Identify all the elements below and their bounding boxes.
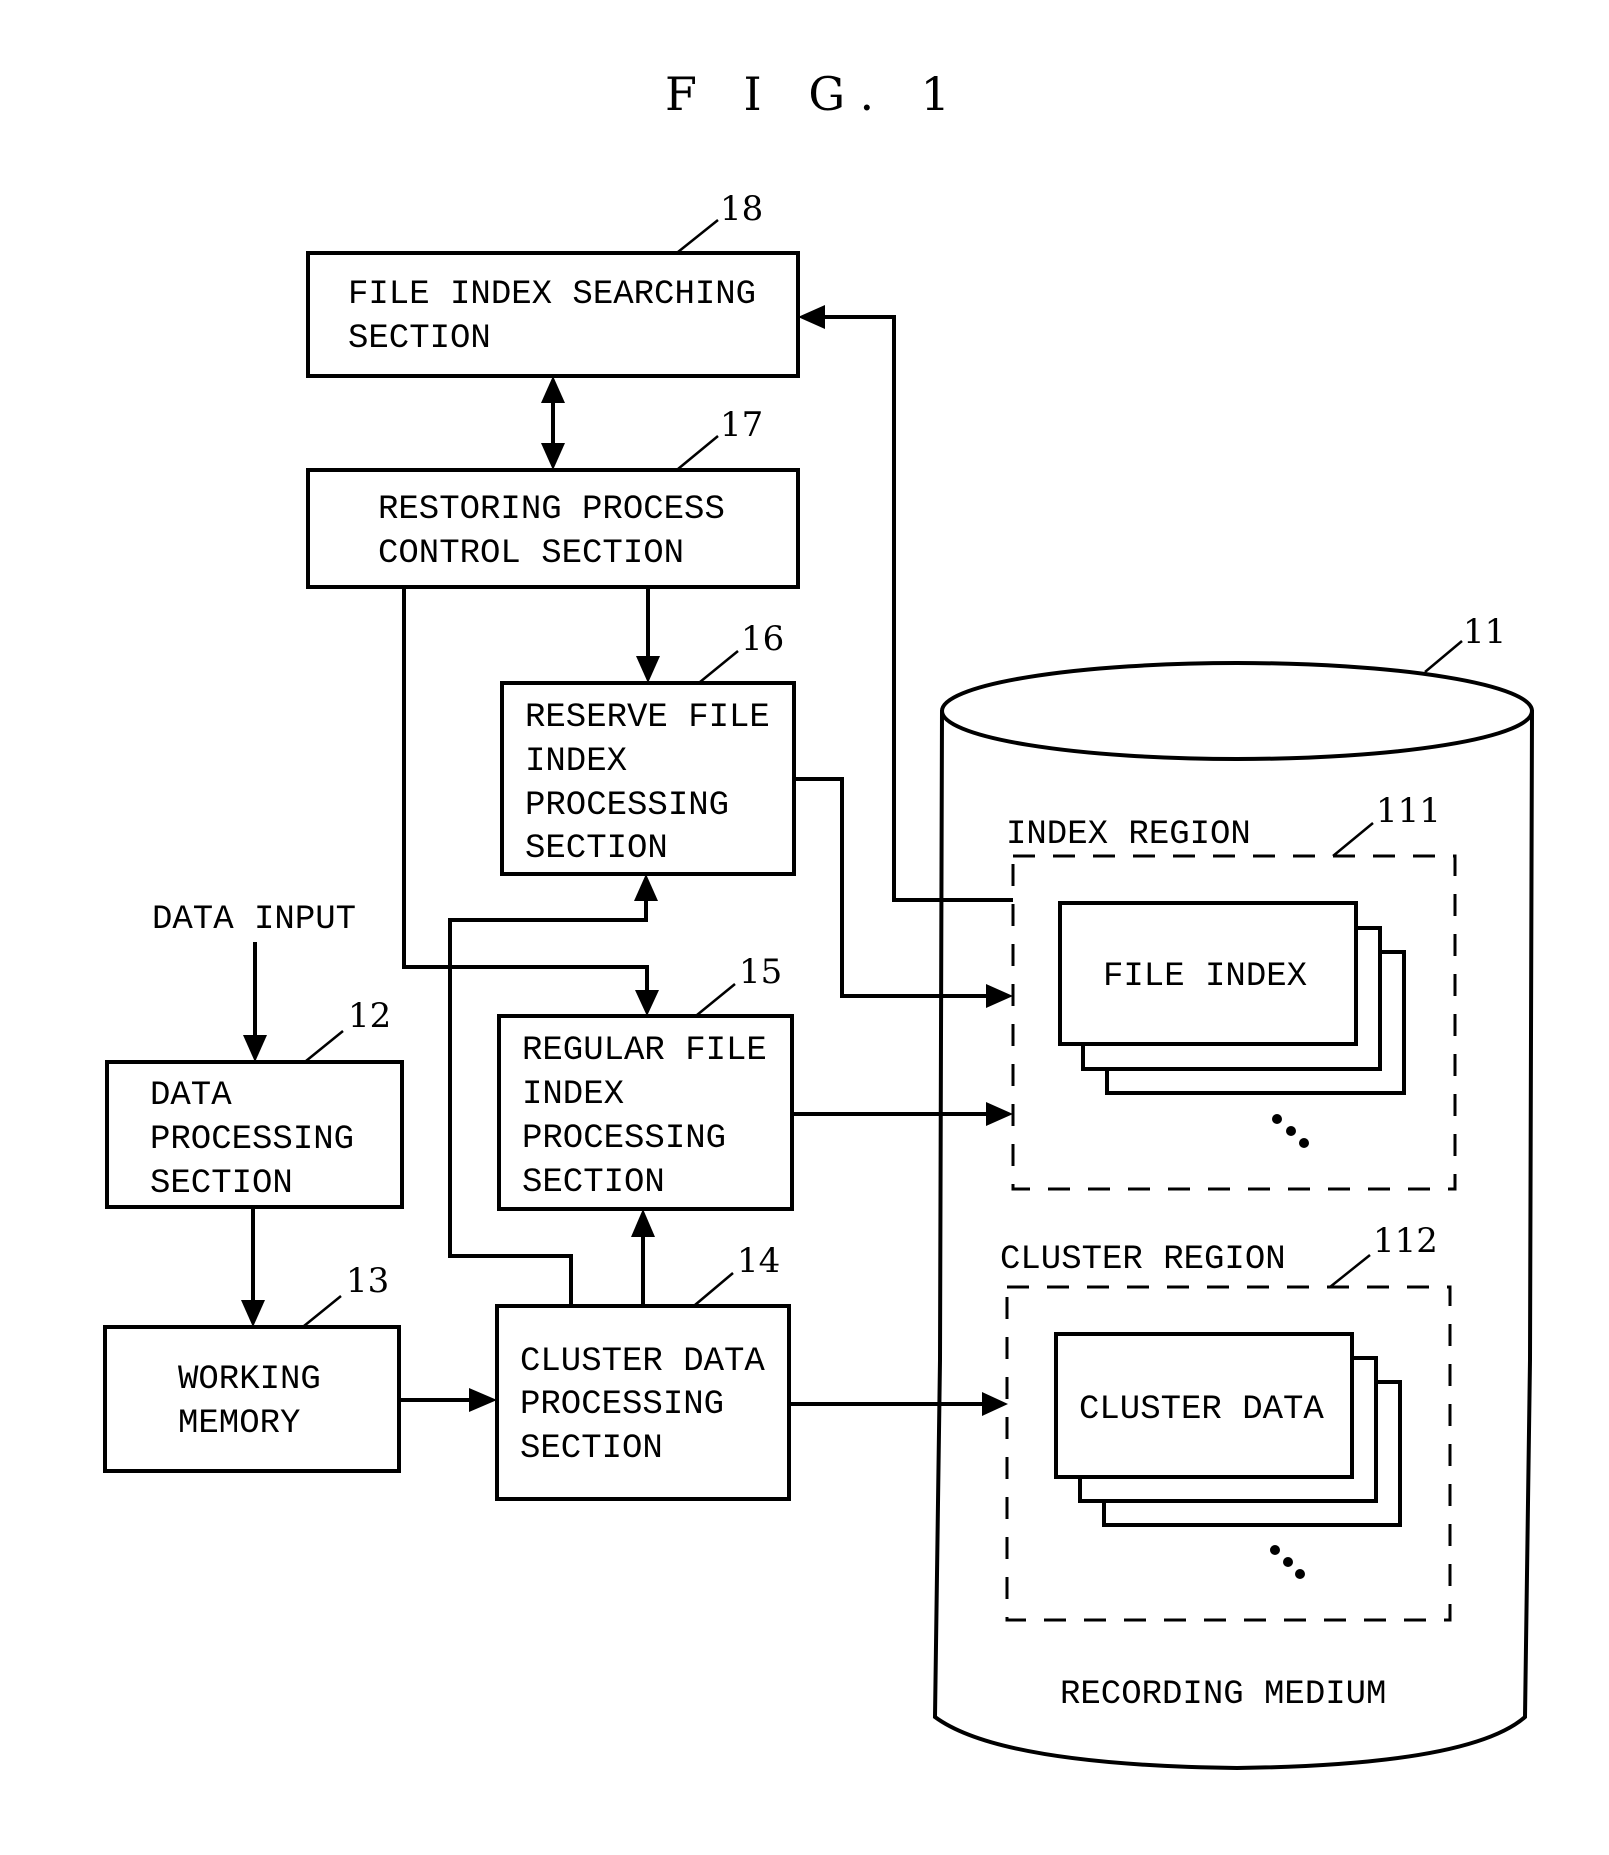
arrowhead-right-icon [986, 984, 1013, 1008]
data-processing-line-2: PROCESSING [150, 1121, 354, 1159]
ref-number-111: 111 [1376, 791, 1441, 831]
more-cluster-data-ellipsis [1270, 1545, 1305, 1579]
ref-number-17: 17 [720, 405, 763, 445]
arrowhead-right-icon [982, 1392, 1008, 1416]
figure-canvas: F I G. 1 FILE INDEX SEARCHING SECTION 18… [103, 67, 1534, 1771]
ref-number-11: 11 [1463, 612, 1506, 652]
working-memory-line-2: MEMORY [178, 1405, 300, 1443]
arrowhead-right-icon [986, 1102, 1013, 1126]
file-index-searching-line-1: FILE INDEX SEARCHING [348, 276, 756, 314]
arrowhead-down-icon [636, 656, 660, 683]
ref-leader-13 [303, 1295, 342, 1327]
ref-leader-18 [677, 219, 719, 253]
cluster-data-processing-line-3: SECTION [520, 1430, 663, 1468]
ellipsis-dot [1272, 1114, 1282, 1124]
cluster-region: CLUSTER REGION 112 CLUSTER DATA [1000, 1221, 1452, 1622]
ref-number-12: 12 [348, 996, 391, 1036]
arrowhead-left-icon [798, 305, 825, 329]
file-index-searching-line-2: SECTION [348, 320, 491, 358]
ref-number-15: 15 [739, 952, 782, 992]
recording-medium-label: RECORDING MEDIUM [1060, 1676, 1386, 1714]
ref-leader-111 [1332, 822, 1374, 857]
reserve-file-index-line-4: SECTION [525, 830, 668, 868]
regular-file-index-line-3: PROCESSING [522, 1120, 726, 1158]
index-region-label: INDEX REGION [1006, 816, 1251, 854]
ellipsis-dot [1270, 1545, 1280, 1555]
cylinder-top [940, 661, 1534, 761]
figure-title: F I G. 1 [665, 67, 966, 121]
ref-leader-11 [1424, 640, 1463, 673]
file-index-label: FILE INDEX [1103, 958, 1307, 996]
reserve-file-index-line-3: PROCESSING [525, 787, 729, 825]
ellipsis-dot [1286, 1126, 1296, 1136]
regular-file-index-line-2: INDEX [522, 1076, 624, 1114]
ref-leader-112 [1329, 1254, 1371, 1288]
cluster-data-processing-line-2: PROCESSING [520, 1386, 724, 1424]
ref-number-13: 13 [346, 1261, 389, 1301]
data-processing-line-3: SECTION [150, 1165, 293, 1203]
cluster-region-label: CLUSTER REGION [1000, 1241, 1286, 1279]
cylinder-body [932, 709, 1534, 1771]
arrowhead-down-icon [635, 990, 659, 1016]
ref-number-14: 14 [737, 1241, 780, 1281]
reserve-file-index-line-2: INDEX [525, 743, 627, 781]
data-processing-line-1: DATA [150, 1077, 232, 1115]
ref-number-18: 18 [720, 189, 763, 229]
regular-file-index-line-4: SECTION [522, 1164, 665, 1202]
index-region: INDEX REGION 111 FILE INDEX [1006, 791, 1457, 1191]
data-input-label: DATA INPUT [152, 901, 356, 939]
file-index-searching-section: FILE INDEX SEARCHING SECTION 18 [306, 189, 800, 378]
ellipsis-dot [1299, 1138, 1309, 1148]
regular-file-index-line-1: REGULAR FILE [522, 1032, 767, 1070]
reserve-file-index-line-1: RESERVE FILE [525, 699, 770, 737]
ref-leader-12 [305, 1030, 344, 1062]
arrowhead-down-icon [241, 1300, 265, 1327]
arrowhead-right-icon [469, 1388, 497, 1412]
arrowhead-up-icon [631, 1209, 655, 1237]
arrowhead-up-icon [634, 874, 658, 901]
ref-leader-15 [696, 983, 736, 1016]
working-memory-box [103, 1325, 401, 1473]
ellipsis-dot [1295, 1569, 1305, 1579]
connector-index-region-to-searching [822, 315, 1013, 902]
ref-leader-14 [694, 1272, 734, 1306]
cluster-data-label: CLUSTER DATA [1079, 1391, 1324, 1429]
working-memory-line-1: WORKING [178, 1361, 321, 1399]
ellipsis-dot [1283, 1557, 1293, 1567]
cluster-data-processing-line-1: CLUSTER DATA [520, 1343, 765, 1381]
ref-number-16: 16 [741, 619, 784, 659]
more-file-indexes-ellipsis [1272, 1114, 1309, 1148]
arrowhead-up-icon [541, 376, 565, 403]
restoring-process-control-line-1: RESTORING PROCESS [378, 491, 725, 529]
restoring-process-control-line-2: CONTROL SECTION [378, 535, 684, 573]
arrowhead-down-icon [541, 443, 565, 470]
arrowhead-down-icon [243, 1035, 267, 1062]
ref-leader-17 [677, 435, 719, 470]
ref-leader-16 [699, 650, 739, 683]
ref-number-112: 112 [1373, 1221, 1438, 1261]
